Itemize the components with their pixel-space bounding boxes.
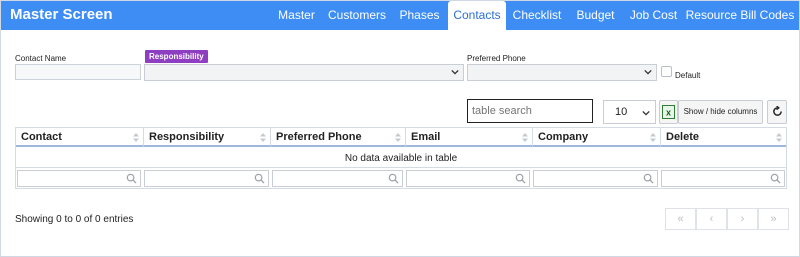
sort-icon bbox=[260, 133, 266, 142]
sort-icon bbox=[133, 133, 139, 142]
column-header-label: Contact bbox=[21, 131, 62, 143]
search-icon bbox=[388, 173, 399, 184]
contact-name-input[interactable] bbox=[15, 64, 141, 80]
table-info-text: Showing 0 to 0 of 0 entries bbox=[15, 214, 134, 225]
column-header-email[interactable]: Email bbox=[406, 128, 533, 147]
column-header-label: Responsibility bbox=[149, 131, 225, 143]
contact-name-label: Contact Name bbox=[15, 54, 67, 63]
tab-phases[interactable]: Phases bbox=[391, 1, 448, 30]
reset-icon bbox=[772, 105, 782, 116]
search-icon bbox=[770, 173, 781, 184]
column-header-company[interactable]: Company bbox=[533, 128, 661, 147]
search-icon bbox=[515, 173, 526, 184]
preferred-phone-label: Preferred Phone bbox=[467, 54, 526, 63]
tab-budget[interactable]: Budget bbox=[568, 1, 623, 30]
tab-customers[interactable]: Customers bbox=[323, 1, 391, 30]
table-search-input[interactable] bbox=[467, 99, 593, 123]
preferred-phone-select[interactable] bbox=[467, 64, 657, 81]
pager-first-button[interactable]: « bbox=[665, 208, 696, 230]
column-header-delete[interactable]: Delete bbox=[661, 128, 786, 147]
svg-text:x: x bbox=[666, 108, 671, 118]
sort-icon bbox=[650, 133, 656, 142]
chevron-down-icon bbox=[644, 69, 652, 75]
company-filter-input[interactable] bbox=[533, 170, 658, 187]
pager-last-button[interactable]: » bbox=[758, 208, 789, 230]
pager-next-button[interactable]: › bbox=[727, 208, 758, 230]
sort-icon bbox=[776, 133, 782, 142]
column-header-label: Preferred Phone bbox=[276, 131, 362, 143]
search-icon bbox=[254, 173, 265, 184]
default-checkbox[interactable] bbox=[661, 66, 672, 77]
show-hide-columns-button[interactable]: Show / hide columns bbox=[678, 100, 763, 124]
chevron-down-icon bbox=[642, 110, 650, 116]
pager-prev-button[interactable]: ‹ bbox=[696, 208, 727, 230]
column-header-label: Email bbox=[411, 131, 441, 143]
tab-resource-bill-codes[interactable]: Resource Bill Codes bbox=[684, 1, 796, 30]
delete-filter-input[interactable] bbox=[661, 170, 785, 187]
empty-table-message: No data available in table bbox=[16, 149, 786, 168]
default-label: Default bbox=[675, 71, 701, 80]
preferred-phone-filter-input[interactable] bbox=[272, 170, 403, 187]
sort-icon bbox=[395, 133, 401, 142]
search-icon bbox=[126, 173, 137, 184]
excel-icon: x bbox=[662, 105, 675, 119]
tab-master[interactable]: Master bbox=[270, 1, 323, 30]
column-header-label: Delete bbox=[666, 131, 700, 143]
top-navigation-bar: Master Screen Master Customers Phases Co… bbox=[1, 1, 799, 30]
column-header-responsibility[interactable]: Responsibility bbox=[144, 128, 271, 147]
tab-checklist[interactable]: Checklist bbox=[506, 1, 568, 30]
column-header-preferred-phone[interactable]: Preferred Phone bbox=[271, 128, 406, 147]
column-header-contact[interactable]: Contact bbox=[16, 128, 144, 147]
page-length-value: 10 bbox=[615, 106, 628, 118]
email-filter-input[interactable] bbox=[406, 170, 530, 187]
contact-filter-input[interactable] bbox=[17, 170, 141, 187]
page-length-select[interactable]: 10 bbox=[603, 100, 656, 124]
tab-job-cost[interactable]: Job Cost bbox=[623, 1, 684, 30]
app-title: Master Screen bbox=[10, 6, 113, 23]
reset-button[interactable] bbox=[767, 100, 787, 124]
responsibility-filter-input[interactable] bbox=[144, 170, 269, 187]
sort-icon bbox=[522, 133, 528, 142]
search-icon bbox=[643, 173, 654, 184]
responsibility-select[interactable] bbox=[144, 64, 464, 81]
master-screen-window: Master Screen Master Customers Phases Co… bbox=[0, 0, 800, 257]
responsibility-label: Responsibility bbox=[145, 50, 208, 63]
tab-contacts[interactable]: Contacts bbox=[448, 1, 506, 30]
chevron-down-icon bbox=[451, 69, 459, 75]
column-header-label: Company bbox=[538, 131, 589, 143]
excel-export-button[interactable]: x bbox=[659, 100, 678, 124]
